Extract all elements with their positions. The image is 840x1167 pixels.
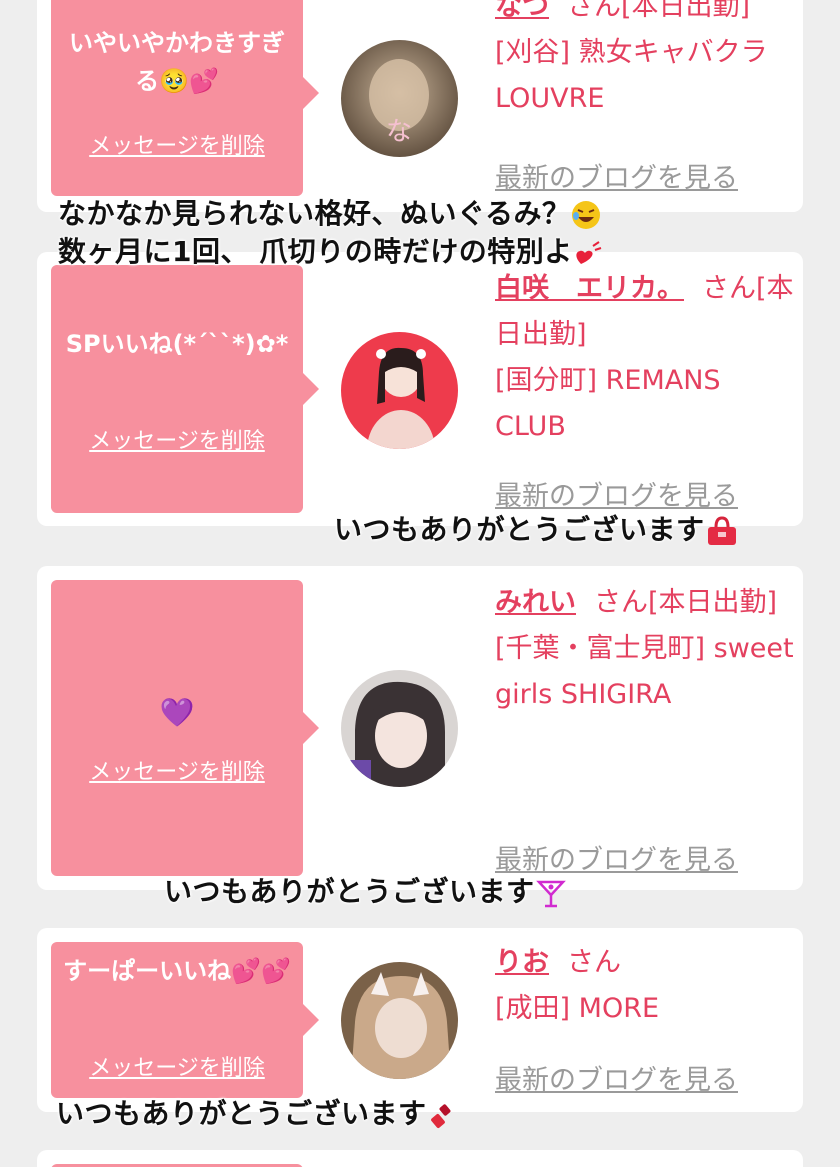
message-card: いやいやかわきすぎる🥹💕 メッセージを削除 な なつ さん[本日出勤] [刈谷] …: [37, 0, 803, 212]
delete-message-link[interactable]: メッセージを削除: [51, 1050, 303, 1082]
avatar-image: [341, 670, 458, 787]
shop-label: [成田] MORE: [495, 993, 660, 1024]
delete-message-link[interactable]: メッセージを削除: [51, 423, 303, 455]
svg-text:な: な: [386, 117, 412, 147]
cocktail-icon: [535, 880, 566, 908]
hearts-icon: [576, 241, 602, 264]
cast-info: みれい さん[本日出勤] [千葉・富士見町] sweet girls SHIGIR…: [495, 580, 795, 718]
avatar[interactable]: [341, 670, 458, 787]
caption-line: いつもありがとうございます: [56, 1097, 427, 1130]
avatar[interactable]: な: [341, 40, 458, 157]
avatar-image: な: [341, 40, 458, 157]
message-bubble: すーぱーいいね💕💕 メッセージを削除: [51, 942, 319, 1098]
caption-text: いつもありがとうございます: [56, 1092, 459, 1132]
caption-text: 数ヶ月に1回、 爪切りの時だけの特別よ: [58, 230, 603, 270]
message-text: 💜: [159, 696, 195, 729]
cast-status: さん[本日出勤]: [594, 587, 778, 618]
cast-info: 白咲 エリカ。 さん[本日出勤] [国分町] REMANS CLUB: [495, 266, 795, 450]
cast-name-link[interactable]: なつ: [495, 0, 549, 22]
shop-label: [千葉・富士見町] sweet girls SHIGIRA: [495, 633, 794, 710]
shop-label: [国分町] REMANS CLUB: [495, 365, 721, 442]
cast-status: さん[本日出勤]: [567, 0, 751, 22]
shop-label: [刈谷] 熟女キャバクラ LOUVRE: [495, 37, 768, 114]
caption-line: なかなか見られない格好、ぬいぐるみ？: [58, 197, 571, 230]
avatar-image: [341, 332, 458, 449]
avatar-image: [341, 962, 458, 1079]
caption-line: いつもありがとうございます: [334, 513, 705, 546]
lipstick-icon: [430, 1104, 450, 1128]
message-card: 💜 メッセージを削除 みれい さん[本日出勤] [千葉・富士見町] sweet g…: [37, 566, 803, 890]
caption-text: なかなか見られない格好、ぬいぐるみ？: [58, 192, 602, 232]
message-card: SPいいね(*´``*)✿* メッセージを削除 白咲 エリカ。 さん[本日出勤] …: [37, 252, 803, 526]
caption-line: 数ヶ月に1回、 爪切りの時だけの特別よ: [58, 235, 573, 268]
handbag-icon: [707, 516, 736, 545]
caption-line: いつもありがとうございます: [164, 875, 535, 908]
message-card: すーぱーいいね💕💕 メッセージを削除 りお さん [成田] MORE 最新のブログ…: [37, 928, 803, 1112]
cast-info: なつ さん[本日出勤] [刈谷] 熟女キャバクラ LOUVRE: [495, 0, 795, 122]
cast-status: さん: [567, 947, 621, 978]
message-bubble: 💜 メッセージを削除: [51, 580, 319, 876]
latest-blog-link[interactable]: 最新のブログを見る: [495, 1058, 738, 1097]
message-text: すーぱーいいね💕💕: [63, 957, 291, 985]
latest-blog-link[interactable]: 最新のブログを見る: [495, 156, 738, 195]
cast-name-link[interactable]: りお: [495, 947, 549, 978]
caption-text: いつもありがとうございます: [164, 870, 567, 910]
cast-info: りお さん [成田] MORE: [495, 940, 795, 1032]
delete-message-link[interactable]: メッセージを削除: [51, 128, 303, 160]
message-text: いやいやかわきすぎる🥹💕: [69, 29, 285, 95]
cast-name-link[interactable]: 白咲 エリカ。: [495, 273, 684, 304]
cast-name-link[interactable]: みれい: [495, 587, 576, 618]
delete-message-link[interactable]: メッセージを削除: [51, 754, 303, 786]
laughing-emoji-icon: [572, 201, 601, 229]
avatar[interactable]: [341, 962, 458, 1079]
message-text: SPいいね(*´``*)✿*: [65, 330, 289, 358]
avatar[interactable]: [341, 332, 458, 449]
message-card: [37, 1150, 803, 1167]
message-bubble: いやいやかわきすぎる🥹💕 メッセージを削除: [51, 0, 319, 196]
caption-text: いつもありがとうございます: [334, 508, 739, 548]
message-bubble: SPいいね(*´``*)✿* メッセージを削除: [51, 265, 319, 513]
